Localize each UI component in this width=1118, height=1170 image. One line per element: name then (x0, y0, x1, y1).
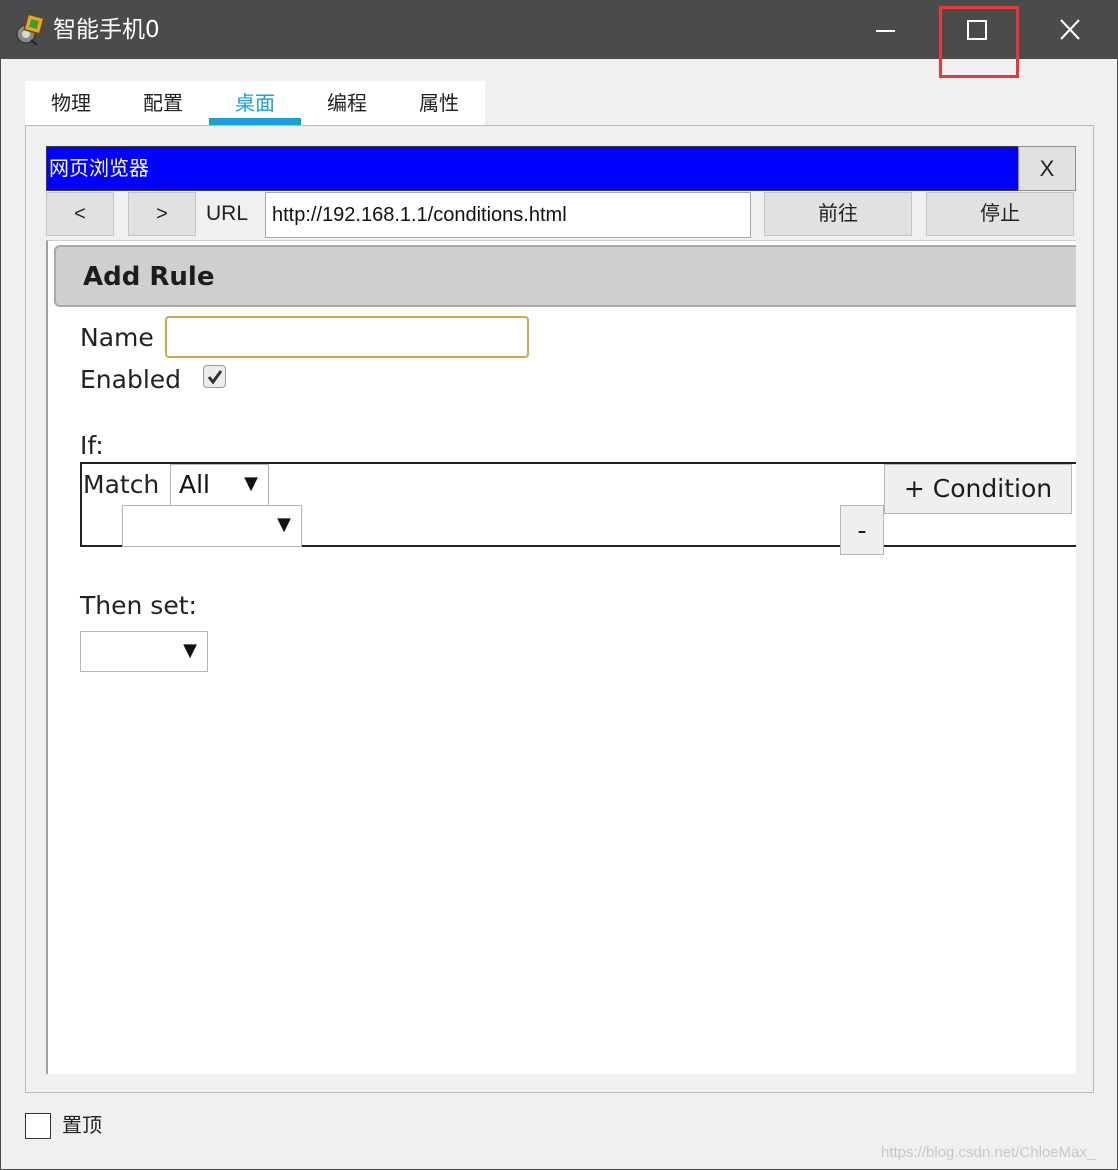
match-select-value: All (179, 470, 210, 499)
remove-condition-button[interactable]: - (840, 505, 884, 555)
minimize-icon (876, 30, 895, 32)
name-input[interactable] (165, 316, 529, 358)
tab-physical[interactable]: 物理 (25, 81, 117, 125)
name-label: Name (80, 323, 154, 352)
then-set-label: Then set: (80, 591, 197, 620)
web-view: Add Rule Name Enabled If: Match All ▼ ▼ … (46, 240, 1076, 1074)
browser-close-button[interactable]: X (1018, 146, 1076, 191)
desktop-panel: 网页浏览器 X < > URL http://192.168.1.1/condi… (25, 125, 1094, 1093)
condition-select[interactable]: ▼ (122, 505, 302, 547)
add-condition-button[interactable]: + Condition (884, 464, 1072, 514)
if-label: If: (80, 431, 104, 460)
enabled-checkbox[interactable] (203, 365, 226, 388)
checkmark-icon (207, 370, 223, 385)
browser-nav-bar: < > URL http://192.168.1.1/conditions.ht… (46, 192, 1076, 238)
browser-title: 网页浏览器 (49, 156, 149, 180)
maximize-highlight-box (939, 6, 1019, 78)
page-header: Add Rule (54, 245, 1076, 307)
tab-config[interactable]: 配置 (117, 81, 209, 125)
minimize-button[interactable] (839, 1, 931, 59)
tab-desktop[interactable]: 桌面 (209, 81, 301, 125)
url-input[interactable]: http://192.168.1.1/conditions.html (265, 192, 751, 238)
close-button[interactable] (1023, 1, 1115, 59)
url-label: URL (206, 202, 249, 225)
page-title: Add Rule (83, 262, 215, 292)
tab-programming[interactable]: 编程 (301, 81, 393, 125)
window-title: 智能手机0 (53, 17, 160, 43)
stop-button[interactable]: 停止 (926, 192, 1074, 236)
pin-on-top-label: 置顶 (62, 1113, 102, 1137)
match-select[interactable]: All ▼ (170, 464, 269, 506)
match-label: Match (83, 470, 160, 499)
tab-attributes[interactable]: 属性 (393, 81, 485, 125)
go-button[interactable]: 前往 (764, 192, 912, 236)
forward-button[interactable]: > (128, 192, 196, 236)
app-icon (15, 13, 47, 46)
back-button[interactable]: < (46, 192, 114, 236)
dropdown-arrow-icon: ▼ (183, 640, 197, 661)
watermark-text: https://blog.csdn.net/ChloeMax_ (881, 1144, 1096, 1161)
tab-bar: 物理 配置 桌面 编程 属性 (25, 81, 485, 125)
browser-title-bar: 网页浏览器 X (46, 146, 1076, 191)
dropdown-arrow-icon: ▼ (244, 473, 258, 494)
close-icon (1060, 19, 1080, 40)
device-window: 智能手机0 物理 配置 桌面 编程 属性 网页浏览器 X < > URL htt… (0, 0, 1118, 1170)
then-set-select[interactable]: ▼ (80, 631, 208, 672)
pin-on-top-checkbox[interactable] (25, 1113, 51, 1139)
enabled-label: Enabled (80, 365, 182, 394)
dropdown-arrow-icon: ▼ (277, 514, 291, 535)
